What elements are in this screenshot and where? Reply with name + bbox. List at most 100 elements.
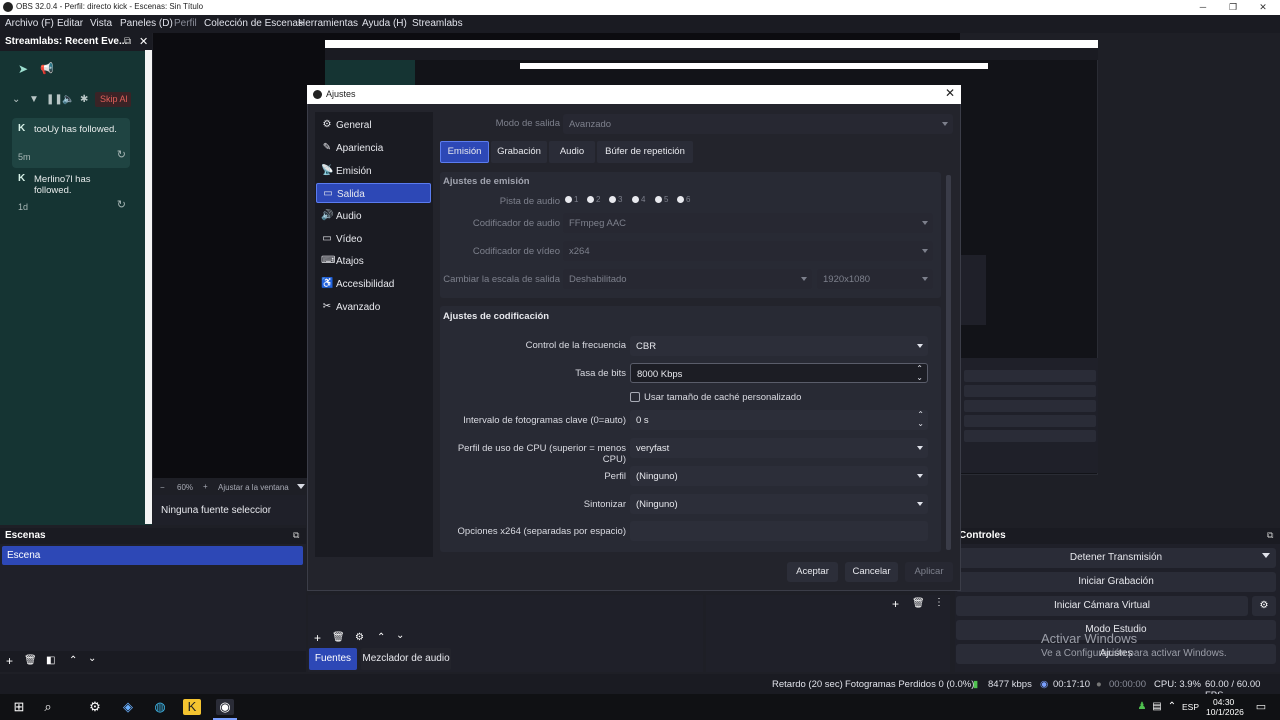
more-icon[interactable]: ⋮ [934,597,944,608]
tab-sources[interactable]: Fuentes [309,648,357,670]
add-icon[interactable]: + [892,597,899,611]
down-icon[interactable]: ⌄ [88,653,96,664]
dock-close-icon[interactable]: ✕ [139,35,148,48]
add-icon[interactable]: + [6,654,13,668]
accept-button[interactable]: Aceptar [787,562,838,582]
filter-icon[interactable]: ◧ [46,655,55,666]
video-encoder-select[interactable]: x264 [563,241,933,261]
windows-start-icon[interactable]: ⊞ [10,699,28,715]
category-stream[interactable]: 📡 Emisión [316,161,431,181]
zoom-out-icon[interactable]: − [160,483,165,492]
category-hotkeys[interactable]: ⌨ Atajos [316,251,431,271]
tab-grabacion[interactable]: Grabación [491,141,547,163]
keyframe-spinbox[interactable]: 0 s ⌃ ⌄ [630,410,928,430]
zoom-in-icon[interactable]: + [203,482,208,491]
replay-icon[interactable]: ↻ [117,148,126,161]
fit-window-button[interactable]: Ajustar a la ventana [218,483,289,492]
language-indicator[interactable]: ESP [1182,702,1199,712]
minimize-icon[interactable]: ─ [1186,0,1220,15]
gear-icon[interactable]: ⚙ [1252,596,1276,616]
category-appearance[interactable]: ✎ Apariencia [316,138,431,158]
menu-archivo[interactable]: Archivo (F) [5,18,54,29]
steam-icon[interactable]: ◈ [119,699,137,715]
profile-select[interactable]: (Ninguno) [630,466,928,486]
start-virtual-cam-button[interactable]: Iniciar Cámara Virtual [956,596,1248,616]
apply-button[interactable]: Aplicar [905,562,953,582]
audio-encoder-select[interactable]: FFmpeg AAC [563,213,933,233]
x264-options-input[interactable] [630,521,928,541]
dock-scrollbar[interactable] [145,50,152,524]
notifications-icon[interactable]: ▭ [1252,699,1270,715]
tab-mixer[interactable]: Mezclador de audio [361,648,451,670]
audio-track-radio-4[interactable]: 4 [632,195,645,204]
menu-editar[interactable]: Editar [57,18,83,29]
rescale-resolution-select[interactable]: 1920x1080 [817,269,933,289]
tune-select[interactable]: (Ninguno) [630,494,928,514]
scene-item[interactable]: Escena [2,546,303,565]
audio-track-radio-2[interactable]: 2 [587,195,600,204]
maximize-icon[interactable]: ❐ [1216,0,1250,15]
menu-streamlabs[interactable]: Streamlabs [412,18,463,29]
edge-icon[interactable]: ◍ [151,699,169,715]
send-icon[interactable]: ➤ [18,62,28,76]
up-icon[interactable]: ⌃ [377,632,385,643]
output-mode-select[interactable]: Avanzado [563,114,953,134]
spin-arrows-icon[interactable]: ⌃ ⌄ [917,410,924,428]
volume-icon[interactable]: 🔈 [62,94,74,105]
undock-icon[interactable]: ⧉ [124,36,131,47]
dialog-close-icon[interactable]: ✕ [945,86,955,100]
menu-herramientas[interactable]: Herramientas [298,18,358,29]
chevron-down-icon[interactable] [1262,553,1270,558]
settings-scrollbar[interactable] [946,175,951,550]
audio-track-radio-5[interactable]: 5 [655,195,668,204]
menu-ayuda[interactable]: Ayuda (H) [362,18,407,29]
cancel-button[interactable]: Cancelar [845,562,898,582]
undock-icon[interactable]: ⧉ [1267,530,1273,541]
category-video[interactable]: ▭ Vídeo [316,229,431,249]
rate-control-select[interactable]: CBR [630,336,928,356]
skip-alert-button[interactable]: Skip Al [95,92,131,107]
cpu-preset-select[interactable]: veryfast [630,438,928,458]
menu-perfil[interactable]: Perfil [174,18,197,29]
up-icon[interactable]: ⌃ [69,655,77,666]
tab-replay-buffer[interactable]: Búfer de repetición [597,141,693,163]
tab-audio[interactable]: Audio [549,141,595,163]
zoom-dropdown-icon[interactable] [297,484,305,489]
category-output[interactable]: ▭ Salida [316,183,431,203]
undock-icon[interactable]: ⧉ [293,530,299,541]
category-advanced[interactable]: ✂ Avanzado [316,297,431,317]
gear-icon[interactable]: ⚙ [355,632,364,643]
search-icon[interactable]: ⌕ [39,699,57,715]
filter-icon[interactable]: ▼ [29,94,39,105]
tab-emision[interactable]: Emisión [440,141,489,163]
add-source-icon[interactable]: + [314,631,321,645]
close-icon[interactable]: ✕ [1246,0,1280,15]
settings-app-icon[interactable]: ⚙ [86,699,104,715]
replay-icon[interactable]: ↻ [117,198,126,211]
down-icon[interactable]: ⌄ [396,630,404,641]
menu-coleccion[interactable]: Colección de Escenas [204,18,303,29]
audio-track-radio-6[interactable]: 6 [677,195,690,204]
audio-track-radio-3[interactable]: 3 [609,195,622,204]
stop-stream-button[interactable]: Detener Transmisión [956,548,1276,568]
menu-vista[interactable]: Vista [90,18,112,29]
megaphone-icon[interactable]: 📢 [40,62,54,75]
audio-track-radio-1[interactable]: 1 [565,195,578,204]
rescale-select[interactable]: Deshabilitado [563,269,812,289]
trash-icon[interactable]: 🗑 [24,655,37,666]
bitrate-spinbox[interactable]: 8000 Kbps ⌃ ⌄ [630,363,928,383]
settings-small-icon[interactable]: ✱ [80,94,88,105]
pause-icon[interactable]: ❚❚ [46,94,63,105]
category-general[interactable]: ⚙ General [316,115,431,135]
custom-buffer-checkbox[interactable] [630,392,640,402]
category-audio[interactable]: 🔊 Audio [316,206,431,226]
kick-app-icon[interactable]: K [183,699,201,715]
spin-arrows-icon[interactable]: ⌃ ⌄ [916,364,923,382]
chevron-down-icon[interactable]: ⌄ [12,94,20,105]
category-accessibility[interactable]: ♿ Accesibilidad [316,274,431,294]
menu-paneles[interactable]: Paneles (D) [120,18,173,29]
trash-icon[interactable]: 🗑 [912,598,925,609]
trash-icon[interactable]: 🗑 [332,632,345,643]
tray-chevron-up-icon[interactable]: ⌃ [1163,699,1181,715]
start-recording-button[interactable]: Iniciar Grabación [956,572,1276,592]
